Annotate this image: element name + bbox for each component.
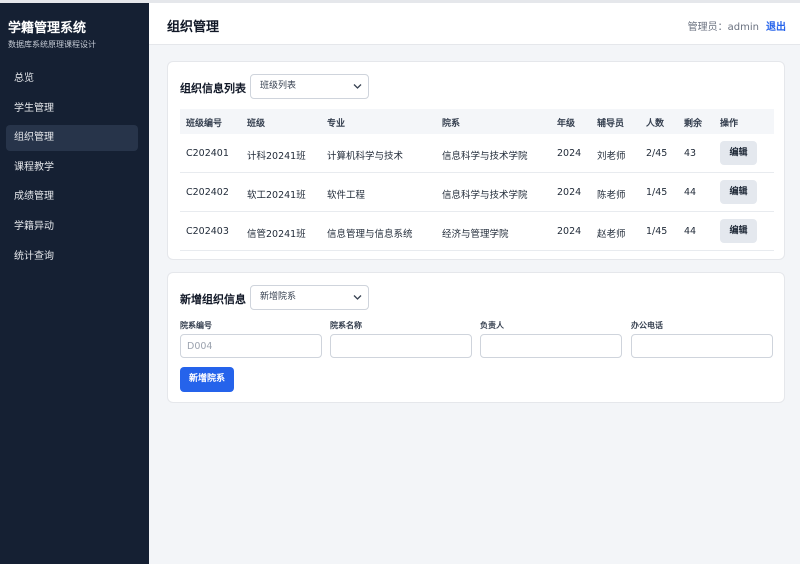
cell-counselor: 赵老师 — [597, 229, 626, 240]
cell-class: 计科20241班 — [247, 151, 306, 162]
col-count: 人数 — [646, 119, 665, 129]
sidebar-item-courses[interactable]: 课程教学 — [6, 155, 138, 181]
dept-id-label: 院系编号 — [180, 321, 212, 330]
add-org-title: 新增组织信息 — [180, 293, 246, 306]
edit-button[interactable]: 编辑 — [720, 141, 757, 165]
page-header: 组织管理 管理员：admin 退出 — [149, 3, 800, 45]
edit-button[interactable]: 编辑 — [720, 180, 757, 204]
org-table: 班级编号 班级 专业 院系 年级 辅导员 人数 剩余 操作 C202401 计科… — [180, 109, 774, 251]
cell-class-id: C202401 — [186, 148, 229, 159]
cell-remain: 44 — [684, 187, 697, 198]
cell-dept: 经济与管理学院 — [442, 229, 509, 240]
sidebar-item-overview[interactable]: 总览 — [6, 66, 138, 92]
cell-grade: 2024 — [557, 148, 582, 159]
org-type-select[interactable]: 班级列表 — [250, 74, 369, 99]
sidebar-item-statistics[interactable]: 统计查询 — [6, 244, 138, 270]
admin-label: 管理员：admin — [687, 22, 759, 33]
table-row: C202401 计科20241班 计算机科学与技术 信息科学与技术学院 2024… — [180, 134, 774, 173]
cell-dept: 信息科学与技术学院 — [442, 190, 528, 201]
office-phone-input[interactable] — [631, 334, 773, 358]
cell-grade: 2024 — [557, 187, 582, 198]
col-class-id: 班级编号 — [186, 119, 223, 129]
table-row: C202402 软工20241班 软件工程 信息科学与技术学院 2024 陈老师… — [180, 173, 774, 212]
col-class: 班级 — [247, 119, 266, 129]
col-grade: 年级 — [557, 119, 576, 129]
add-dept-button[interactable]: 新增院系 — [180, 367, 234, 392]
cell-counselor: 陈老师 — [597, 190, 626, 201]
org-type-select-value: 班级列表 — [260, 81, 297, 91]
cell-dept: 信息科学与技术学院 — [442, 151, 528, 162]
dept-name-input[interactable] — [330, 334, 472, 358]
add-type-select[interactable]: 新增院系 — [250, 285, 369, 310]
add-org-card: 新增组织信息 新增院系 院系编号 院系名称 负责人 办公电话 新增院系 — [167, 272, 785, 403]
sidebar-nav: 总览 学生管理 组织管理 课程教学 成绩管理 学籍异动 统计查询 — [6, 66, 138, 273]
table-header: 班级编号 班级 专业 院系 年级 辅导员 人数 剩余 操作 — [180, 109, 774, 134]
app-title: 学籍管理系统 — [8, 21, 87, 36]
col-major: 专业 — [327, 119, 346, 129]
cell-class-id: C202403 — [186, 226, 229, 237]
dept-head-input[interactable] — [480, 334, 622, 358]
cell-remain: 44 — [684, 226, 697, 237]
dept-name-label: 院系名称 — [330, 321, 362, 330]
sidebar-item-students[interactable]: 学生管理 — [6, 96, 138, 122]
cell-major: 信息管理与信息系统 — [327, 229, 413, 240]
office-phone-label: 办公电话 — [631, 321, 663, 330]
cell-major: 计算机科学与技术 — [327, 151, 404, 162]
cell-class: 软工20241班 — [247, 190, 306, 201]
sidebar-item-status-change[interactable]: 学籍异动 — [6, 214, 138, 240]
chevron-down-icon — [353, 75, 362, 108]
sidebar: 学籍管理系统 数据库系统原理课程设计 总览 学生管理 组织管理 课程教学 成绩管… — [0, 3, 149, 564]
sidebar-item-grades[interactable]: 成绩管理 — [6, 184, 138, 210]
logout-link[interactable]: 退出 — [766, 18, 786, 33]
cell-remain: 43 — [684, 148, 697, 159]
dept-id-input[interactable] — [180, 334, 322, 358]
app-subtitle: 数据库系统原理课程设计 — [8, 40, 96, 49]
cell-grade: 2024 — [557, 226, 582, 237]
cell-count: 2/45 — [646, 148, 668, 159]
page-title: 组织管理 — [167, 20, 220, 35]
cell-class: 信管20241班 — [247, 229, 306, 240]
col-remain: 剩余 — [684, 119, 703, 129]
cell-class-id: C202402 — [186, 187, 229, 198]
cell-counselor: 刘老师 — [597, 151, 626, 162]
sidebar-item-organization[interactable]: 组织管理 — [6, 125, 138, 152]
table-row: C202403 信管20241班 信息管理与信息系统 经济与管理学院 2024 … — [180, 212, 774, 251]
dept-head-label: 负责人 — [480, 321, 504, 330]
org-list-title: 组织信息列表 — [180, 82, 246, 95]
col-action: 操作 — [720, 119, 739, 129]
cell-major: 软件工程 — [327, 190, 366, 201]
edit-button[interactable]: 编辑 — [720, 219, 757, 243]
cell-count: 1/45 — [646, 187, 668, 198]
col-counselor: 辅导员 — [597, 119, 625, 129]
cell-count: 1/45 — [646, 226, 668, 237]
col-dept: 院系 — [442, 119, 461, 129]
org-list-card: 组织信息列表 班级列表 班级编号 班级 专业 院系 年级 辅导员 人数 剩余 操… — [167, 61, 785, 260]
add-type-select-value: 新增院系 — [260, 292, 297, 302]
chevron-down-icon — [353, 286, 362, 319]
